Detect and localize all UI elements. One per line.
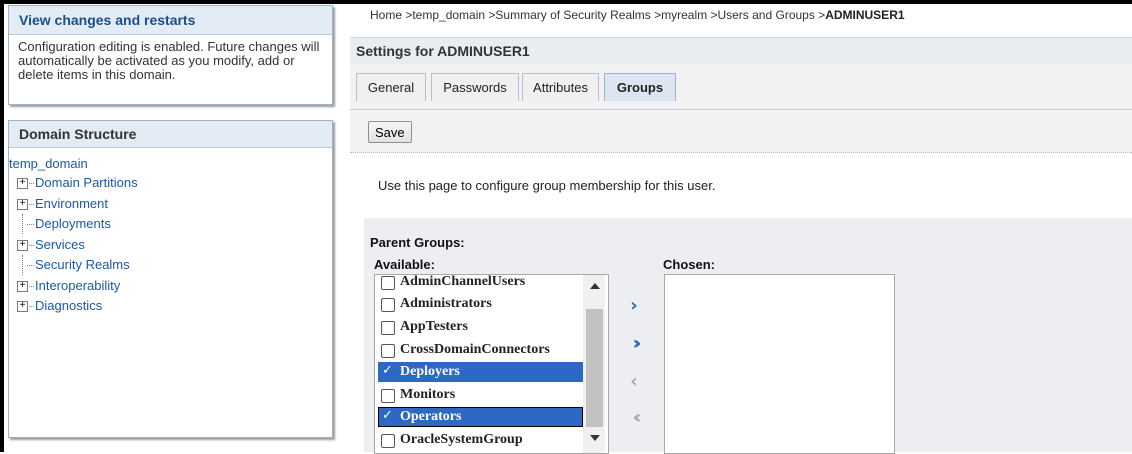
scroll-thumb[interactable] — [586, 309, 603, 427]
checkmark-icon[interactable]: ✓ — [382, 406, 394, 423]
group-option-label: Operators — [400, 409, 462, 424]
tab-attributes[interactable]: Attributes — [522, 73, 599, 101]
tree-item-deployments[interactable]: Deployments — [9, 214, 332, 235]
breadcrumb: Home >temp_domain >Summary of Security R… — [370, 8, 905, 22]
tree-connector — [27, 183, 34, 184]
top-border — [0, 0, 1132, 4]
tree-item-security-realms[interactable]: Security Realms — [9, 255, 332, 276]
tree-item-label: Deployments — [35, 216, 111, 231]
tree-item-label: Security Realms — [35, 257, 130, 272]
save-button[interactable]: Save — [368, 121, 412, 143]
toolbar: Save — [350, 110, 1132, 153]
group-option[interactable]: ✓ Deployers — [378, 362, 583, 382]
tree-item-diagnostics[interactable]: + Diagnostics — [9, 296, 332, 317]
checkmark-icon[interactable]: ✓ — [382, 361, 394, 378]
group-option[interactable]: AppTesters — [378, 317, 583, 337]
change-center-panel: View changes and restarts Configuration … — [8, 5, 333, 105]
tree-connector — [27, 265, 34, 266]
tree-root-temp-domain[interactable]: temp_domain — [9, 154, 332, 173]
chosen-groups-list[interactable] — [664, 274, 895, 454]
domain-structure-title: Domain Structure — [9, 121, 332, 148]
group-option-label: OracleSystemGroup — [400, 432, 523, 447]
tree-item-label: Domain Partitions — [35, 175, 138, 190]
group-option-label: Monitors — [400, 387, 456, 402]
checkbox[interactable] — [381, 434, 395, 448]
page-title: Settings for ADMINUSER1 — [356, 43, 530, 59]
tree-item-services[interactable]: + Services — [9, 235, 332, 256]
group-option[interactable]: Monitors — [378, 385, 583, 405]
chosen-label: Chosen: — [663, 257, 715, 272]
tree-connector — [27, 306, 34, 307]
scroll-down-icon[interactable] — [590, 435, 600, 441]
tree-item-label: Interoperability — [35, 277, 121, 293]
breadcrumb-current: ADMINUSER1 — [825, 8, 905, 22]
tab-groups[interactable]: Groups — [604, 73, 676, 101]
checkbox[interactable] — [381, 276, 395, 290]
checkbox[interactable] — [381, 389, 395, 403]
left-border — [0, 0, 4, 452]
scroll-up-icon[interactable] — [590, 283, 600, 289]
settings-header: Settings for ADMINUSER1 — [350, 37, 1132, 65]
tree-item-label: Services — [35, 236, 85, 252]
change-center-text: Configuration editing is enabled. Future… — [18, 39, 320, 82]
tree-connector — [27, 244, 34, 246]
tab-general[interactable]: General — [356, 73, 426, 101]
group-option-label: AppTesters — [400, 319, 468, 334]
group-option-label: AdminChannelUsers — [400, 274, 526, 289]
tree-line — [22, 214, 23, 234]
available-scrollbar[interactable] — [583, 275, 605, 453]
double-chevron-left-icon[interactable]: ‹‹ — [624, 408, 644, 428]
checkbox[interactable] — [381, 344, 395, 358]
group-option-label: CrossDomainConnectors — [400, 342, 550, 357]
available-groups-list[interactable]: AdminChannelUsers Administrators AppTester… — [374, 274, 609, 454]
tree-connector — [27, 203, 34, 205]
group-option-label: Administrators — [400, 296, 492, 311]
group-option[interactable]: AdminChannelUsers — [378, 274, 583, 292]
tab-bar: General Passwords Attributes Groups — [350, 64, 1132, 110]
group-option-label: Deployers — [400, 364, 460, 379]
tree-item-label: Environment — [35, 195, 108, 211]
page-description: Use this page to configure group members… — [378, 178, 716, 193]
chevron-left-icon[interactable]: ‹ — [624, 372, 644, 392]
tree-item-environment[interactable]: + Environment — [9, 194, 332, 215]
parent-groups-label: Parent Groups: — [370, 235, 465, 250]
tree-item-domain-partitions[interactable]: + Domain Partitions — [9, 173, 332, 194]
tree-connector — [27, 224, 34, 225]
tab-passwords[interactable]: Passwords — [431, 73, 519, 101]
available-label: Available: — [374, 257, 435, 272]
group-option[interactable]: Administrators — [378, 294, 583, 314]
group-option[interactable]: ✓ Operators — [378, 407, 583, 427]
domain-structure-panel: Domain Structure temp_domain + Domain Par… — [8, 120, 333, 438]
chevron-right-icon[interactable]: › — [624, 296, 644, 316]
tree-connector — [27, 285, 34, 287]
checkbox[interactable] — [381, 298, 395, 312]
group-option[interactable]: OracleSystemGroup — [378, 430, 583, 450]
tree-item-interoperability[interactable]: + Interoperability — [9, 276, 332, 297]
double-chevron-right-icon[interactable]: ›› — [624, 334, 644, 354]
breadcrumb-path[interactable]: Home >temp_domain >Summary of Security R… — [370, 8, 825, 22]
group-option[interactable]: CrossDomainConnectors — [378, 340, 583, 360]
domain-tree: temp_domain + Domain Partitions + Environme… — [9, 148, 332, 317]
tree-item-label: Diagnostics — [35, 298, 103, 313]
change-center-title[interactable]: View changes and restarts — [9, 6, 332, 35]
checkbox[interactable] — [381, 321, 395, 335]
tree-line — [22, 255, 23, 275]
